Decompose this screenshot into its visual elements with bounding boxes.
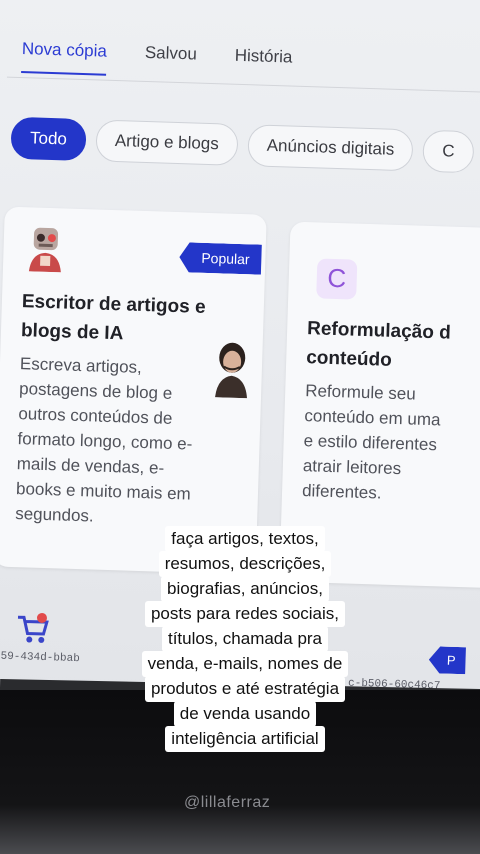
refresh-c-icon: C [316, 258, 358, 300]
chip-partial[interactable]: C [422, 129, 475, 174]
card-title-line: blogs de IA [20, 320, 124, 345]
tab-nova-copia[interactable]: Nova cópia [21, 39, 108, 76]
chip-anuncios-digitais[interactable]: Anúncios digitais [247, 124, 414, 172]
robot-icon [28, 227, 61, 273]
chip-todo[interactable]: Todo [10, 116, 87, 162]
caption-line: venda, e-mails, nomes de [141, 651, 349, 677]
video-caption: faça artigos, textos, resumos, descriçõe… [110, 526, 380, 752]
tab-historia[interactable]: História [234, 46, 293, 82]
author-avatar-icon [215, 342, 247, 399]
caption-line: biografias, anúncios, [161, 576, 329, 602]
caption-line: inteligência artificial [165, 726, 325, 752]
caption-line: faça artigos, textos, [165, 526, 325, 552]
caption-line: posts para redes sociais, [144, 601, 346, 627]
cart-icon [17, 612, 49, 643]
tab-bar: Nova cópia Salvou História [21, 39, 293, 81]
caption-line: de venda usando [173, 701, 317, 727]
watermark: @lillaferraz [184, 794, 271, 811]
card-title: Reformulação d conteúdo [306, 314, 480, 380]
tab-salvou[interactable]: Salvou [144, 43, 198, 79]
chip-artigo-blogs[interactable]: Artigo e blogs [95, 119, 239, 166]
card-description: Reformule seu conteúdo em uma e estilo d… [302, 378, 480, 511]
card-article-writer[interactable]: Popular Escritor de artigos e blogs de I… [0, 206, 267, 575]
popular-badge: Popular [179, 242, 262, 275]
item-id-left: -4859-434d-bbab [0, 650, 80, 666]
caption-line: resumos, descrições, [158, 551, 332, 577]
filter-chips: Todo Artigo e blogs Anúncios digitais C [10, 116, 475, 174]
card-title: Escritor de artigos e blogs de IA [21, 287, 206, 351]
caption-line: títulos, chamada pra [161, 626, 329, 652]
desc-line: diferentes. [301, 481, 382, 503]
card-title-line: conteúdo [305, 347, 393, 371]
popular-badge-partial: P [428, 646, 466, 674]
caption-line: produtos e até estratégia [144, 676, 346, 702]
